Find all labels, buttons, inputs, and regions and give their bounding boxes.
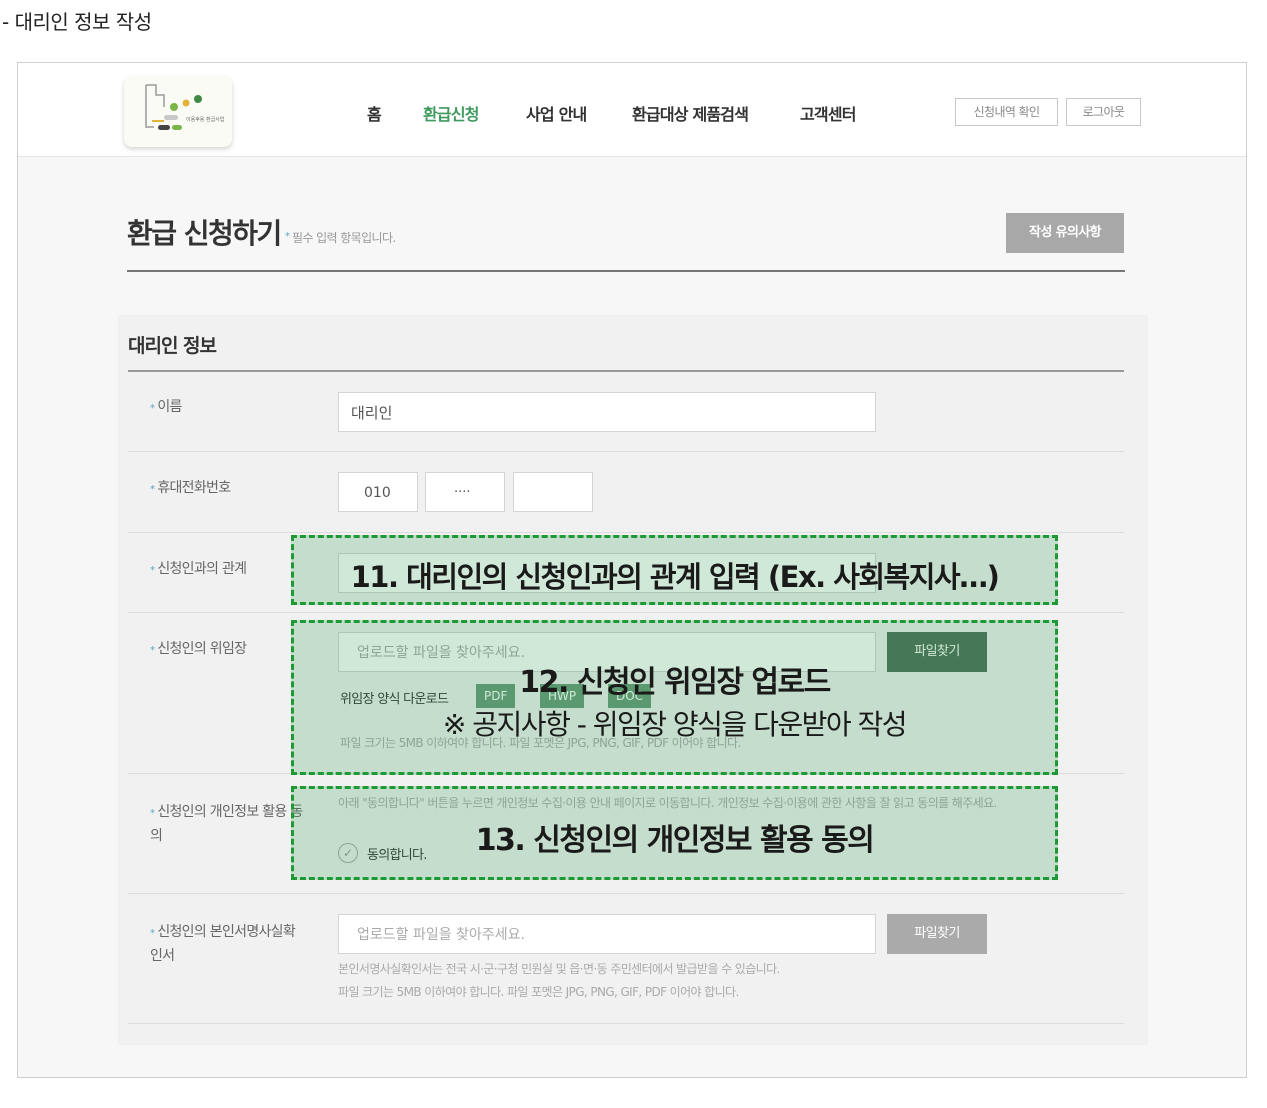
document-heading: - 대리인 정보 작성 xyxy=(2,10,152,34)
field-label-relation-text: 신청인과의 관계 xyxy=(157,561,247,577)
field-label-phone-text: 휴대전화번호 xyxy=(157,480,231,496)
field-label-signature-confirmation-text: 신청인의 본인서명사실확인서 xyxy=(150,924,296,964)
title-divider xyxy=(127,270,1125,272)
field-label-proxy-document-text: 신청인의 위임장 xyxy=(157,641,247,657)
site-logo[interactable]: 이용후용 환급사업 xyxy=(124,77,232,147)
callout-privacy-consent: 13. 신청인의 개인정보 활용 동의 xyxy=(291,786,1058,880)
logo-graphic: 이용후용 환급사업 xyxy=(145,84,224,130)
phone-input-prefix[interactable]: 010 xyxy=(338,472,418,512)
signature-confirmation-note-format: 파일 크기는 5MB 이하여야 합니다. 파일 포멧은 JPG, PNG, GI… xyxy=(338,985,739,999)
required-star: * xyxy=(150,808,155,819)
required-marker: * xyxy=(285,231,290,242)
logout-button[interactable]: 로그아웃 xyxy=(1066,98,1141,126)
callout-relation-text: 11. 대리인의 신청인과의 관계 입력 (Ex. 사회복지사…) xyxy=(350,560,1000,594)
field-label-consent-text: 신청인의 개인정보 활용 동의 xyxy=(150,804,303,844)
section-title: 대리인 정보 xyxy=(128,335,217,357)
signature-confirmation-file-input[interactable]: 업로드할 파일을 찾아주세요. xyxy=(338,914,876,954)
required-star: * xyxy=(150,928,155,939)
app-screenshot-frame: 이용후용 환급사업 홈 환급신청 사업 안내 환급대상 제품검색 고객센터 신청… xyxy=(17,62,1247,1078)
field-label-proxy-document: * 신청인의 위임장 xyxy=(150,638,247,662)
field-label-relation: * 신청인과의 관계 xyxy=(150,558,247,582)
nav-refund-apply[interactable]: 환급신청 xyxy=(423,101,479,125)
top-navigation-bar: 이용후용 환급사업 홈 환급신청 사업 안내 환급대상 제품검색 고객센터 신청… xyxy=(18,63,1246,157)
page-subtitle: 필수 입력 항목입니다. xyxy=(292,231,396,245)
required-star: * xyxy=(150,565,155,576)
required-star: * xyxy=(150,403,155,414)
callout-privacy-consent-text: 13. 신청인의 개인정보 활용 동의 xyxy=(475,823,875,858)
form-row-phone: * 휴대전화번호 010 ···· xyxy=(128,452,1124,533)
callout-proxy-upload: 12. 신청인 위임장 업로드 ※ 공지사항 - 위임장 양식을 다운받아 작성 xyxy=(291,620,1058,775)
field-label-consent: * 신청인의 개인정보 활용 동의 xyxy=(150,801,310,847)
nav-home[interactable]: 홈 xyxy=(367,101,382,125)
callout-proxy-upload-title: 12. 신청인 위임장 업로드 xyxy=(519,665,831,700)
application-history-button[interactable]: 신청내역 확인 xyxy=(955,98,1058,126)
nav-business-info[interactable]: 사업 안내 xyxy=(526,101,587,125)
signature-confirmation-file-button[interactable]: 파일찾기 xyxy=(887,914,987,954)
callout-proxy-upload-notice: ※ 공지사항 - 위임장 양식을 다운받아 작성 xyxy=(442,708,908,741)
phone-input-middle[interactable]: ···· xyxy=(425,472,505,512)
field-label-name: * 이름 xyxy=(150,396,182,420)
name-input[interactable]: 대리인 xyxy=(338,392,876,432)
required-star: * xyxy=(150,645,155,656)
nav-customer-center[interactable]: 고객센터 xyxy=(800,101,856,125)
field-label-signature-confirmation: * 신청인의 본인서명사실확인서 xyxy=(150,921,300,967)
form-row-name: * 이름 대리인 xyxy=(128,372,1124,452)
phone-input-last[interactable] xyxy=(513,472,593,512)
logo-caption: 이용후용 환급사업 xyxy=(186,116,224,123)
field-label-phone: * 휴대전화번호 xyxy=(150,477,231,501)
field-label-name-text: 이름 xyxy=(157,399,182,415)
form-row-signature-confirmation: * 신청인의 본인서명사실확인서 업로드할 파일을 찾아주세요. 파일찾기 본인서… xyxy=(128,894,1124,1024)
page-title: 환급 신청하기 xyxy=(127,217,282,250)
nav-product-search[interactable]: 환급대상 제품검색 xyxy=(632,101,749,125)
callout-relation: 11. 대리인의 신청인과의 관계 입력 (Ex. 사회복지사…) xyxy=(291,535,1058,605)
signature-confirmation-note-issue: 본인서명사실확인서는 전국 시·군·구청 민원실 및 읍·면·동 주민센터에서 … xyxy=(338,962,780,976)
writing-notice-button[interactable]: 작성 유의사항 xyxy=(1006,213,1124,253)
required-star: * xyxy=(150,484,155,495)
